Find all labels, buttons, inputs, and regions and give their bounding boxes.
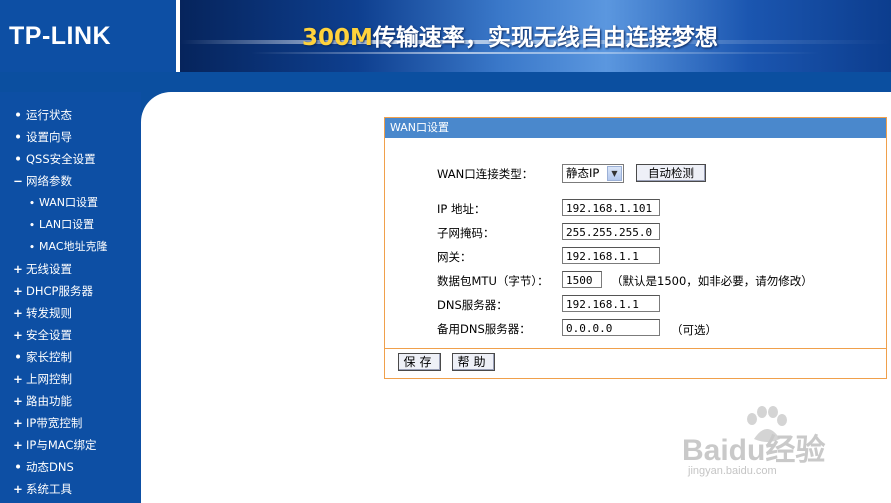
sidebar-item-label: IP带宽控制 [26, 416, 83, 430]
expand-icon: + [13, 438, 23, 452]
logo-box: TP-LINK [0, 0, 180, 72]
sidebar-item[interactable]: + 无线设置 [0, 258, 141, 280]
banner-streak-2 [180, 52, 891, 54]
watermark-url: jingyan.baidu.com [688, 465, 777, 477]
banner-text: 传输速率，实现无线自由连接梦想 [372, 25, 718, 51]
help-button[interactable]: 帮助 [452, 353, 495, 371]
row-mask: 子网掩码： 255.255.255.0 [385, 223, 886, 243]
sidebar-item-label: 网络参数 [26, 174, 72, 188]
sidebar-item-label: 动态DNS [26, 460, 74, 474]
panel-divider [385, 348, 886, 349]
bullet-icon: • [29, 243, 35, 253]
tp-link-logo: TP-LINK [9, 22, 112, 50]
sidebar-item-label: DHCP服务器 [26, 284, 93, 298]
ip-label: IP 地址： [437, 202, 486, 216]
sidebar-item[interactable]: • QSS安全设置 [0, 148, 141, 170]
banner-slogan: 300M传输速率，实现无线自由连接梦想 [302, 18, 718, 52]
sidebar-item[interactable]: • 家长控制 [0, 346, 141, 368]
collapse-icon: − [13, 174, 23, 188]
expand-icon: + [13, 328, 23, 342]
sidebar-item[interactable]: + IP与MAC绑定 [0, 434, 141, 456]
wan-settings-panel: WAN口设置 WAN口连接类型： 静态IP ▼ 自动检测 IP 地址： 192.… [384, 117, 887, 379]
row-conn-type: WAN口连接类型： 静态IP ▼ 自动检测 [385, 164, 886, 184]
ip-input[interactable]: 192.168.1.101 [562, 199, 660, 216]
sidebar-item-label: 设置向导 [26, 130, 72, 144]
row-ip: IP 地址： 192.168.1.101 [385, 199, 886, 219]
conn-type-label: WAN口连接类型： [437, 167, 534, 181]
chevron-down-icon[interactable]: ▼ [607, 166, 622, 181]
sidebar-item-label: 运行状态 [26, 108, 72, 122]
bullet-icon: • [14, 130, 22, 144]
sidebar-item[interactable]: • 设置向导 [0, 126, 141, 148]
dns2-label: 备用DNS服务器： [437, 322, 531, 336]
mtu-hint: （默认是1500，如非必要，请勿修改） [611, 274, 813, 288]
sidebar-item-label: QSS安全设置 [26, 152, 96, 166]
row-dns: DNS服务器： 192.168.1.1 [385, 295, 886, 315]
backup-dns-input[interactable]: 0.0.0.0 [562, 319, 660, 336]
panel-title: WAN口设置 [385, 118, 886, 138]
sidebar-item-label: 转发规则 [26, 306, 72, 320]
gateway-input[interactable]: 192.168.1.1 [562, 247, 660, 264]
expand-icon: + [13, 372, 23, 386]
sidebar-item-label: 路由功能 [26, 394, 72, 408]
dns2-hint: （可选） [671, 323, 717, 337]
dns-label: DNS服务器： [437, 298, 508, 312]
header-bottom-bar [0, 72, 891, 92]
sidebar-item-label: MAC地址克隆 [39, 240, 108, 253]
sidebar-item[interactable]: + 上网控制 [0, 368, 141, 390]
subnet-mask-input[interactable]: 255.255.255.0 [562, 223, 660, 240]
gateway-label: 网关： [437, 250, 472, 264]
sidebar-item[interactable]: + 系统工具 [0, 478, 141, 500]
mask-label: 子网掩码： [437, 226, 495, 240]
auto-detect-button[interactable]: 自动检测 [636, 164, 706, 182]
save-button[interactable]: 保存 [398, 353, 441, 371]
sidebar-item[interactable]: • WAN口设置 [0, 192, 141, 214]
sidebar-item[interactable]: • LAN口设置 [0, 214, 141, 236]
sidebar-item[interactable]: + 转发规则 [0, 302, 141, 324]
sidebar-item-label: WAN口设置 [39, 196, 99, 209]
sidebar-item-label: LAN口设置 [39, 218, 95, 231]
sidebar-item[interactable]: • 运行状态 [0, 104, 141, 126]
sidebar-item[interactable]: • MAC地址克隆 [0, 236, 141, 258]
sidebar-nav: • 运行状态 • 设置向导 • QSS安全设置 − 网络参数 • WAN口设置 • LAN口设置 • MA… [0, 104, 141, 500]
bullet-icon: • [14, 350, 22, 364]
sidebar-item-label: 系统工具 [26, 482, 72, 496]
expand-icon: + [13, 394, 23, 408]
header: TP-LINK 300M传输速率，实现无线自由连接梦想 [0, 0, 891, 92]
bullet-icon: • [14, 152, 22, 166]
bullet-icon: • [29, 221, 35, 231]
row-gateway: 网关： 192.168.1.1 [385, 247, 886, 267]
expand-icon: + [13, 306, 23, 320]
expand-icon: + [13, 262, 23, 276]
expand-icon: + [13, 284, 23, 298]
banner-accent: 300M [302, 25, 373, 51]
sidebar-item-label: 安全设置 [26, 328, 72, 342]
mtu-input[interactable]: 1500 [562, 271, 602, 288]
expand-icon: + [13, 416, 23, 430]
mtu-label: 数据包MTU（字节）： [437, 274, 549, 288]
bullet-icon: • [14, 460, 22, 474]
expand-icon: + [13, 482, 23, 496]
banner: 300M传输速率，实现无线自由连接梦想 [180, 0, 891, 72]
row-mtu: 数据包MTU（字节）： 1500 （默认是1500，如非必要，请勿修改） [385, 271, 886, 291]
sidebar-item[interactable]: + DHCP服务器 [0, 280, 141, 302]
sidebar-item-label: 上网控制 [26, 372, 72, 386]
sidebar-item[interactable]: + 路由功能 [0, 390, 141, 412]
dns-input[interactable]: 192.168.1.1 [562, 295, 660, 312]
watermark-brand: Baidu经验 [682, 434, 826, 467]
row-dns2: 备用DNS服务器： 0.0.0.0 （可选） [385, 319, 886, 339]
sidebar-item[interactable]: • 动态DNS [0, 456, 141, 478]
sidebar-item[interactable]: + IP带宽控制 [0, 412, 141, 434]
sidebar-item[interactable]: + 安全设置 [0, 324, 141, 346]
sidebar-item-label: 家长控制 [26, 350, 72, 364]
bullet-icon: • [14, 108, 22, 122]
bullet-icon: • [29, 199, 35, 209]
conn-type-select[interactable]: 静态IP ▼ [562, 164, 624, 183]
sidebar-item-label: IP与MAC绑定 [26, 438, 97, 452]
sidebar-item[interactable]: − 网络参数 [0, 170, 141, 192]
sidebar-item-label: 无线设置 [26, 262, 72, 276]
conn-type-value: 静态IP [566, 166, 600, 180]
